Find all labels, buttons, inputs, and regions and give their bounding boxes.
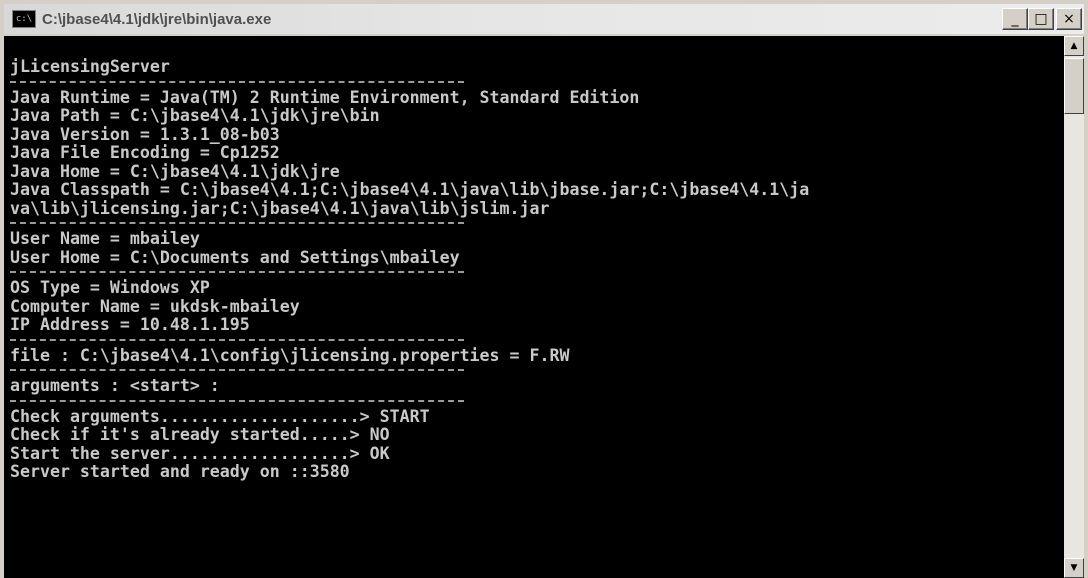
console-line: jLicensingServer xyxy=(10,57,170,76)
minimize-button[interactable]: _ xyxy=(1002,8,1028,30)
maximize-button[interactable]: □ xyxy=(1028,8,1054,30)
separator-line xyxy=(10,396,1066,408)
console-line: va\lib\jlicensing.jar;C:\jbase4\4.1\java… xyxy=(10,198,550,218)
console-line: file : C:\jbase4\4.1\config\jlicensing.p… xyxy=(10,345,570,365)
title-bar[interactable]: c:\ C:\jbase4\4.1\jdk\jre\bin\java.exe _… xyxy=(4,4,1084,34)
vertical-scrollbar[interactable]: ▲ ▼ xyxy=(1064,36,1084,578)
console-line: Java Runtime = Java(TM) 2 Runtime Enviro… xyxy=(10,87,640,107)
console-line: OS Type = Windows XP xyxy=(10,278,210,297)
scrollbar-thumb[interactable] xyxy=(1064,58,1084,114)
console-line: Check arguments....................> STA… xyxy=(10,406,430,426)
arrow-up-icon: ▲ xyxy=(1070,41,1078,51)
window-title: C:\jbase4\4.1\jdk\jre\bin\java.exe xyxy=(42,10,272,28)
console-line: Java Path = C:\jbase4\4.1\jdk\jre\bin xyxy=(10,106,380,125)
console-line: arguments : <start> : xyxy=(10,376,220,395)
minimize-icon: _ xyxy=(1011,11,1019,27)
console-line: Java Classpath = C:\jbase4\4.1;C:\jbase4… xyxy=(10,180,810,199)
maximize-icon: □ xyxy=(1034,11,1048,27)
separator-line xyxy=(10,365,1066,377)
console-line: Java Home = C:\jbase4\4.1\jdk\jre xyxy=(10,161,340,181)
arrow-down-icon: ▼ xyxy=(1070,563,1078,573)
separator-line xyxy=(10,218,1066,230)
console-text-area: jLicensingServer Java Runtime = Java(TM) … xyxy=(4,36,1066,482)
console-line: IP Address = 10.48.1.195 xyxy=(10,315,250,334)
console-line: Java Version = 1.3.1_08-b03 xyxy=(10,124,280,144)
separator-line xyxy=(10,335,1066,347)
console-line: User Home = C:\Documents and Settings\mb… xyxy=(10,247,460,267)
console-line: Computer Name = ukdsk-mbailey xyxy=(10,296,300,316)
console-app-icon[interactable]: c:\ xyxy=(12,10,36,28)
separator-line xyxy=(10,77,1066,89)
console-line: Start the server..................> OK xyxy=(10,443,390,463)
scroll-down-button[interactable]: ▼ xyxy=(1064,558,1084,578)
console-line: User Name = mbailey xyxy=(10,229,200,248)
console-window: c:\ C:\jbase4\4.1\jdk\jre\bin\java.exe _… xyxy=(0,0,1088,578)
console-line: Server started and ready on ::3580 xyxy=(10,462,350,481)
console-output[interactable]: jLicensingServer Java Runtime = Java(TM) … xyxy=(4,36,1066,578)
console-line: Java File Encoding = Cp1252 xyxy=(10,143,280,162)
close-button[interactable]: × xyxy=(1056,8,1082,30)
separator-line xyxy=(10,267,1066,279)
window-controls: _ □ × xyxy=(1002,8,1082,30)
close-icon: × xyxy=(1063,11,1075,27)
console-line: Check if it's already started.....> NO xyxy=(10,425,390,444)
scroll-up-button[interactable]: ▲ xyxy=(1064,36,1084,56)
